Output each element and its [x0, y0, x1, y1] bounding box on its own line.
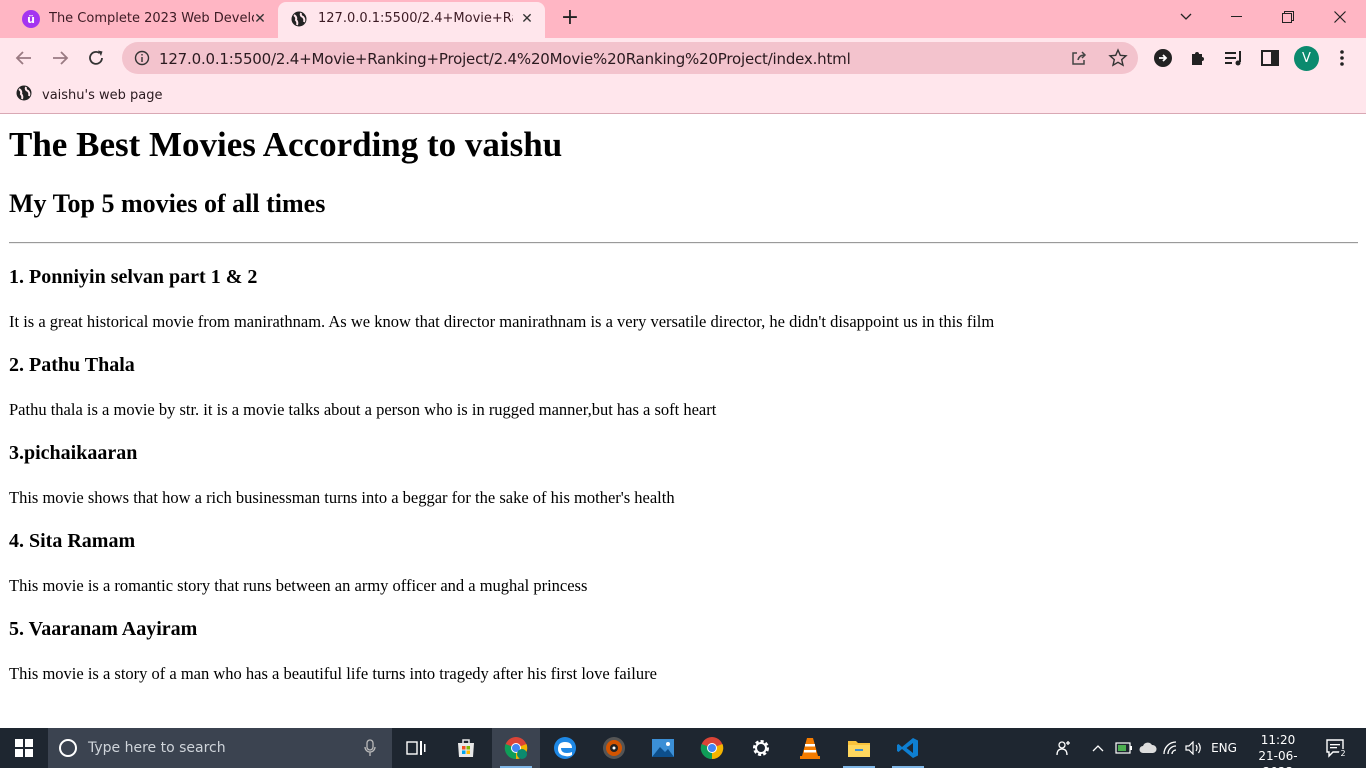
close-window-icon[interactable]	[1316, 0, 1364, 34]
battery-icon[interactable]	[1113, 728, 1135, 768]
side-panel-icon[interactable]	[1259, 47, 1281, 69]
url-text[interactable]: 127.0.0.1:5500/2.4+Movie+Ranking+Project…	[159, 50, 851, 68]
search-placeholder: Type here to search	[88, 740, 226, 756]
language-indicator[interactable]: ENG	[1207, 728, 1241, 768]
photos-icon[interactable]	[639, 728, 687, 768]
tab-title: The Complete 2023 Web Develop	[49, 11, 254, 26]
taskbar: Type here to search ENG 11:20 21-06- 2	[0, 728, 1366, 768]
movie-description: This movie is a story of a man who has a…	[9, 664, 657, 683]
microphone-icon[interactable]	[364, 739, 376, 761]
task-view-icon[interactable]	[392, 728, 440, 768]
chrome-icon[interactable]	[688, 728, 736, 768]
windows-start-icon[interactable]	[0, 728, 48, 768]
file-explorer-icon[interactable]	[835, 728, 883, 768]
bookmark-star-icon[interactable]	[1108, 48, 1128, 72]
movie-description: It is a great historical movie from mani…	[9, 312, 995, 331]
notification-count: 2	[1340, 749, 1345, 758]
globe-icon	[291, 11, 307, 27]
clock-date: 21-06-2023	[1258, 749, 1298, 768]
extension-arrow-icon[interactable]	[1152, 47, 1174, 69]
clock-time: 11:20	[1260, 733, 1296, 747]
close-icon[interactable]: ✕	[519, 11, 535, 27]
movie-title: 5. Vaaranam Aayiram	[9, 618, 198, 640]
forward-arrow-icon[interactable]	[48, 46, 72, 70]
close-icon[interactable]: ✕	[252, 11, 268, 27]
restore-icon[interactable]	[1264, 0, 1312, 34]
browser-toolbar: 127.0.0.1:5500/2.4+Movie+Ranking+Project…	[0, 38, 1366, 78]
chevron-up-icon[interactable]	[1088, 728, 1108, 768]
movie-title: 1. Ponniyin selvan part 1 & 2	[9, 266, 258, 288]
web-page: The Best Movies According to vaishu My T…	[0, 115, 1366, 728]
volume-icon[interactable]	[1183, 728, 1205, 768]
vscode-icon[interactable]	[884, 728, 932, 768]
edge-icon[interactable]	[541, 728, 589, 768]
page-subtitle: My Top 5 movies of all times	[9, 189, 326, 218]
address-bar[interactable]: 127.0.0.1:5500/2.4+Movie+Ranking+Project…	[122, 42, 1138, 74]
settings-icon[interactable]	[737, 728, 785, 768]
tab-search-chevron-icon[interactable]	[1162, 0, 1210, 34]
share-icon[interactable]	[1070, 49, 1088, 71]
bookmarks-bar: vaishu's web page	[0, 78, 1366, 114]
bookmark-label: vaishu's web page	[42, 87, 163, 103]
new-tab-button[interactable]: +	[560, 7, 580, 29]
taskbar-search-box[interactable]: Type here to search	[48, 728, 392, 768]
profile-avatar[interactable]: V	[1294, 46, 1319, 71]
udemy-icon: ü	[22, 10, 40, 28]
movie-title: 4. Sita Ramam	[9, 530, 136, 552]
site-info-icon[interactable]	[134, 50, 150, 70]
movie-description: Pathu thala is a movie by str. it is a m…	[9, 400, 717, 419]
people-icon[interactable]	[1052, 728, 1076, 768]
search-icon	[58, 738, 78, 762]
movie-title: 3.pichaikaaran	[9, 442, 138, 464]
system-clock[interactable]: 11:20 21-06-2023	[1248, 732, 1308, 768]
media-player-icon[interactable]	[590, 728, 638, 768]
menu-kebab-icon[interactable]	[1331, 47, 1353, 69]
back-arrow-icon[interactable]	[12, 46, 36, 70]
tab-udemy[interactable]: ü The Complete 2023 Web Develop ✕	[8, 0, 278, 38]
tab-title: 127.0.0.1:5500/2.4+Movie+Ranki	[318, 11, 513, 26]
bookmark-vaishu-web-page[interactable]: vaishu's web page	[16, 85, 163, 105]
movie-title: 2. Pathu Thala	[9, 354, 135, 376]
chrome-icon[interactable]	[492, 728, 540, 768]
movie-description: This movie shows that how a rich busines…	[9, 488, 675, 507]
tab-movie-ranking[interactable]: 127.0.0.1:5500/2.4+Movie+Ranki ✕	[278, 2, 545, 38]
minimize-icon[interactable]	[1213, 0, 1261, 34]
movie-description: This movie is a romantic story that runs…	[9, 576, 588, 595]
cloud-icon[interactable]	[1137, 728, 1159, 768]
reload-icon[interactable]	[84, 46, 108, 70]
extensions-puzzle-icon[interactable]	[1187, 47, 1209, 69]
divider	[9, 242, 1358, 244]
media-control-icon[interactable]	[1223, 47, 1245, 69]
store-icon[interactable]	[442, 728, 490, 768]
page-title: The Best Movies According to vaishu	[9, 125, 563, 164]
tab-strip: ü The Complete 2023 Web Develop ✕ 127.0.…	[0, 0, 1366, 38]
notification-center-icon[interactable]: 2	[1318, 728, 1354, 768]
globe-icon	[16, 85, 32, 105]
vlc-icon[interactable]	[786, 728, 834, 768]
wifi-icon[interactable]	[1161, 728, 1183, 768]
